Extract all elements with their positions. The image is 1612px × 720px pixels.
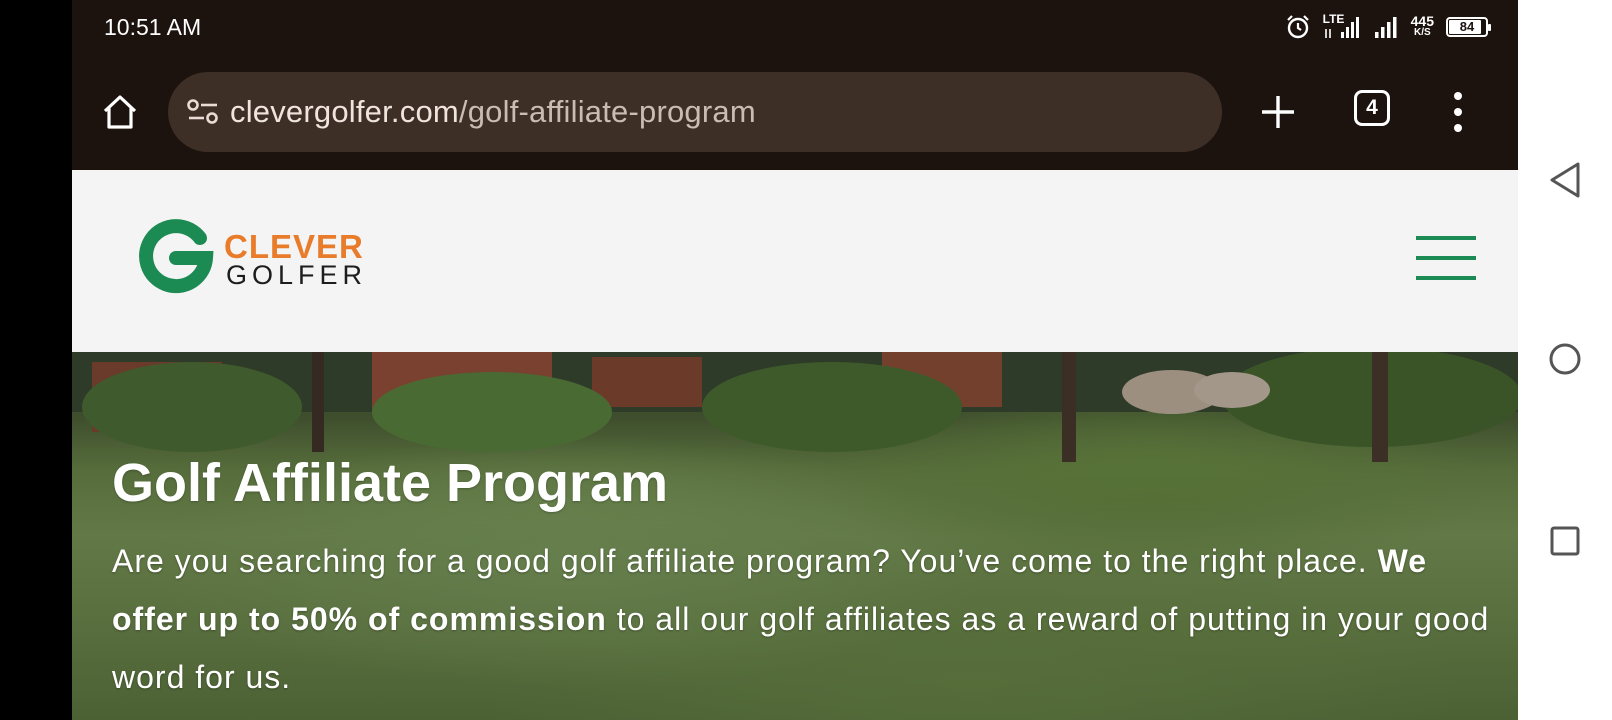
url-domain: clevergolfer.com — [230, 94, 459, 129]
logo-g-icon — [139, 219, 214, 294]
hamburger-menu-icon[interactable] — [1416, 236, 1478, 286]
url-text[interactable]: clevergolfer.com/golf-affiliate-program — [230, 94, 756, 130]
lte-signal-icon: LTE — [1323, 12, 1361, 40]
logo-text-golfer: GOLFER — [226, 260, 368, 290]
plus-icon[interactable] — [1258, 92, 1298, 132]
clever-golfer-logo[interactable]: CLEVER GOLFER — [138, 218, 378, 298]
status-time: 10:51 AM — [104, 14, 202, 40]
home-icon[interactable] — [100, 92, 140, 132]
recents-square-icon[interactable] — [1550, 526, 1580, 556]
browser-toolbar: clevergolfer.com/golf-affiliate-program … — [72, 56, 1518, 168]
battery-level: 84 — [1459, 19, 1475, 34]
home-circle-icon[interactable] — [1548, 342, 1582, 376]
status-icons: LTE 445 K/S 84 — [1285, 12, 1491, 40]
hero-text-intro: Are you searching for a good golf affili… — [112, 543, 1378, 579]
hero-description: Are you searching for a good golf affili… — [112, 532, 1492, 706]
back-triangle-icon[interactable] — [1548, 160, 1582, 200]
hero-section: Golf Affiliate Program Are you searching… — [72, 352, 1518, 720]
address-bar[interactable]: clevergolfer.com/golf-affiliate-program — [168, 72, 1222, 152]
more-vert-icon[interactable] — [1452, 90, 1464, 134]
data-speed: 445 K/S — [1410, 13, 1434, 39]
site-settings-icon[interactable] — [186, 98, 220, 126]
system-nav-bar — [1518, 0, 1612, 720]
speed-unit: K/S — [1413, 27, 1431, 38]
url-path: /golf-affiliate-program — [458, 94, 756, 129]
tab-switcher-icon[interactable]: 4 — [1354, 90, 1390, 126]
status-bar: 10:51 AM LTE 445 K/S 84 — [72, 0, 1518, 56]
hero-background-image — [72, 352, 1518, 462]
hero-title: Golf Affiliate Program — [112, 453, 669, 513]
signal-icon — [1374, 17, 1397, 38]
alarm-icon — [1286, 15, 1309, 39]
site-header: CLEVER GOLFER — [72, 170, 1518, 352]
phone-screen: 10:51 AM LTE 445 K/S 84 clevergolfer.com… — [72, 0, 1518, 720]
speed-value: 445 — [1410, 13, 1434, 29]
battery-icon: 84 — [1446, 17, 1491, 37]
